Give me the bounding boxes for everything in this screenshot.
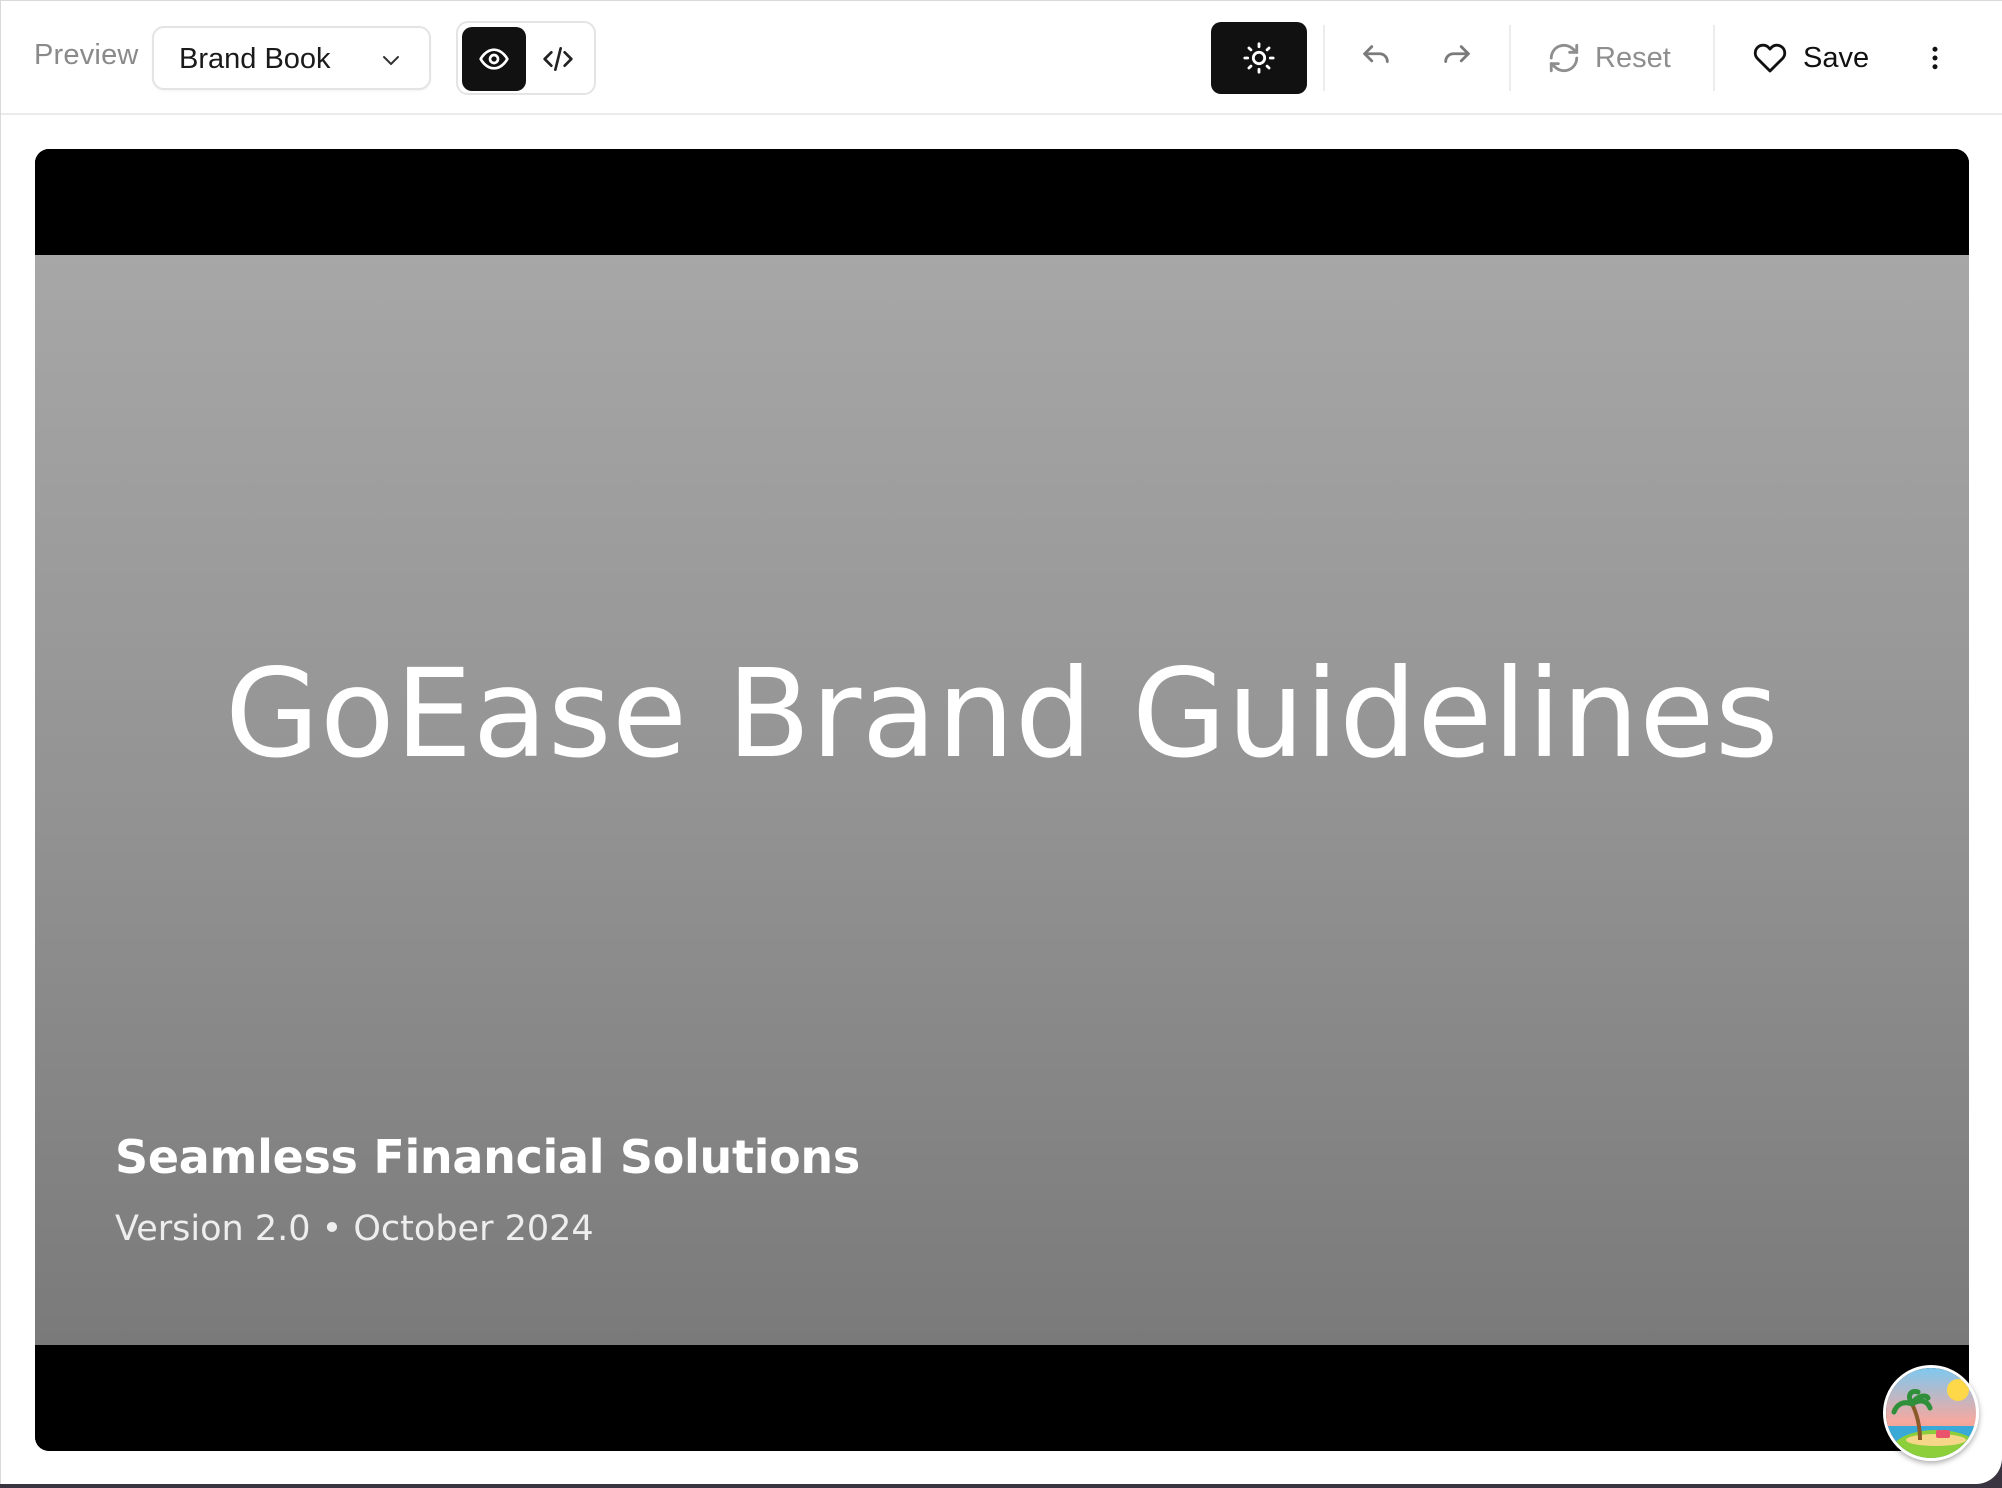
top-toolbar: Preview Brand Book Reset Save — [1, 1, 2002, 115]
chevron-down-icon — [383, 56, 399, 65]
eye-icon — [479, 48, 509, 70]
more-options-button[interactable] — [1909, 28, 1961, 88]
slide-title: GoEase Brand Guidelines — [224, 643, 1780, 785]
refresh-icon — [1549, 43, 1579, 73]
toolbar-divider — [1323, 25, 1325, 91]
slide-preview: GoEase Brand Guidelines Seamless Financi… — [35, 149, 1969, 1451]
undo-icon — [1363, 45, 1389, 63]
user-avatar[interactable] — [1883, 1365, 1979, 1461]
app-window: Preview Brand Book Reset Save GoEase Bra… — [0, 0, 2002, 1484]
save-label: Save — [1803, 41, 1870, 74]
slide-version-date: Version 2.0 • October 2024 — [115, 1209, 594, 1249]
toolbar-divider — [1713, 25, 1715, 91]
redo-icon — [1444, 45, 1470, 63]
code-icon — [543, 47, 573, 71]
undo-button[interactable] — [1346, 28, 1406, 88]
sun-icon — [1243, 42, 1275, 74]
reset-button[interactable]: Reset — [1547, 28, 1671, 88]
view-mode-toggle — [456, 21, 596, 95]
save-button[interactable]: Save — [1753, 28, 1869, 88]
document-select-value: Brand Book — [179, 43, 331, 75]
heart-icon — [1753, 43, 1787, 73]
slide-canvas: GoEase Brand Guidelines Seamless Financi… — [35, 255, 1969, 1345]
reset-label: Reset — [1595, 41, 1671, 74]
toolbar-divider — [1509, 25, 1511, 91]
vertical-dots-icon — [1932, 46, 1938, 70]
redo-button[interactable] — [1427, 28, 1487, 88]
code-mode-button[interactable] — [526, 27, 590, 91]
preview-label: Preview — [34, 39, 139, 71]
theme-toggle-button[interactable] — [1211, 22, 1307, 94]
slide-subtitle: Seamless Financial Solutions — [115, 1130, 860, 1184]
document-select[interactable]: Brand Book — [152, 26, 431, 90]
slide-letterbox-top — [35, 149, 1969, 255]
preview-mode-button[interactable] — [462, 27, 526, 91]
slide-letterbox-bottom — [35, 1345, 1969, 1451]
